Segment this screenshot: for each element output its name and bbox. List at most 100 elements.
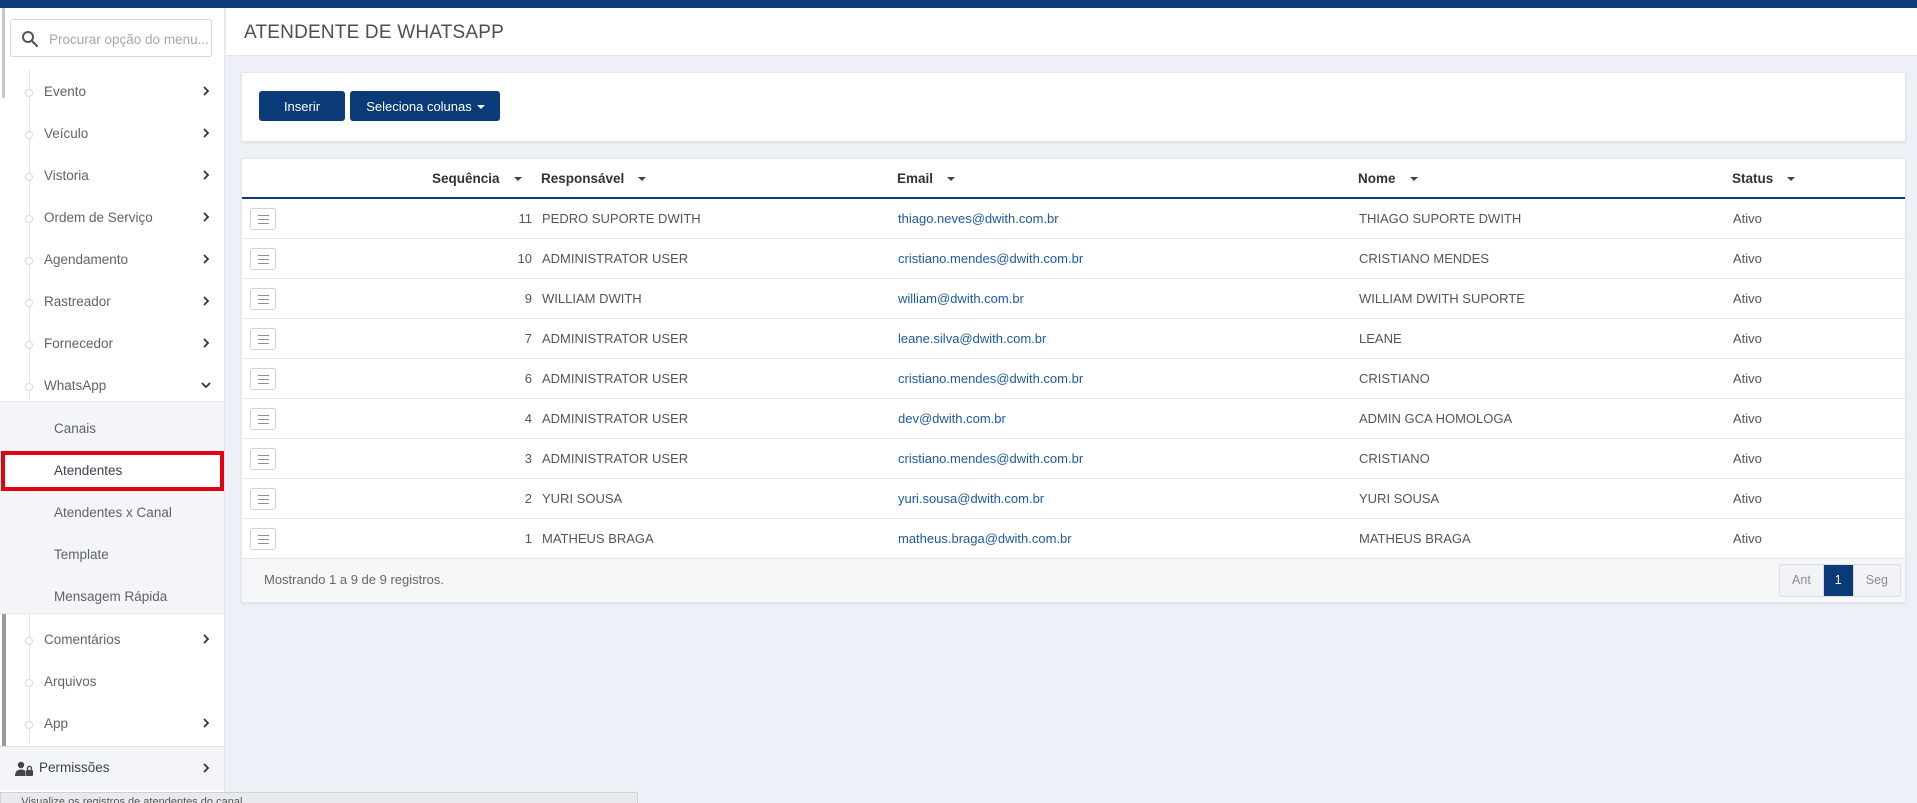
cell-sequencia: 4 <box>524 411 532 426</box>
pagination-next[interactable]: Seg <box>1852 565 1900 596</box>
sidebar-subitem-atendentes-canal[interactable]: Atendentes x Canal <box>0 493 224 535</box>
tree-dot <box>25 215 33 223</box>
cell-email[interactable]: cristiano.mendes@dwith.com.br <box>898 371 1083 386</box>
sidebar-item-label: Permissões <box>39 760 110 775</box>
column-header-label: Status <box>1732 171 1774 186</box>
cell-email[interactable]: cristiano.mendes@dwith.com.br <box>898 451 1083 466</box>
sidebar-item-arquivos[interactable]: Arquivos <box>0 662 224 704</box>
cell-email[interactable]: cristiano.mendes@dwith.com.br <box>898 251 1083 266</box>
pagination: Ant 1 Seg <box>1779 564 1901 597</box>
pagination-page[interactable]: 1 <box>1823 565 1853 596</box>
menu-search <box>10 19 212 57</box>
tree-dot <box>25 341 33 349</box>
column-header-status[interactable]: Status <box>1732 171 1796 186</box>
sidebar-item-app[interactable]: App <box>0 704 224 746</box>
cell-email[interactable]: yuri.sousa@dwith.com.br <box>898 491 1044 506</box>
column-header-email[interactable]: Email <box>897 171 956 186</box>
sort-icon <box>513 177 522 182</box>
sidebar-item-fornecedor[interactable]: Fornecedor <box>0 324 224 366</box>
status-tooltip: ... Visualize os registros de atendentes… <box>0 792 638 803</box>
sidebar-item-permissoes[interactable]: Permissões <box>0 746 224 790</box>
cell-nome: CRISTIANO <box>1359 451 1430 466</box>
cell-sequencia: 11 <box>518 211 533 226</box>
row-menu-button[interactable] <box>250 328 276 350</box>
sidebar-subitem-atendentes[interactable]: Atendentes <box>0 451 224 493</box>
cell-nome: MATHEUS BRAGA <box>1359 531 1471 546</box>
cell-sequencia: 6 <box>524 371 532 386</box>
sidebar-item-vistoria[interactable]: Vistoria <box>0 156 224 198</box>
row-menu-button[interactable] <box>250 248 276 270</box>
sidebar-item-rastreador[interactable]: Rastreador <box>0 282 224 324</box>
sidebar-item-comentarios[interactable]: Comentários <box>0 620 224 662</box>
cell-email[interactable]: leane.silva@dwith.com.br <box>898 331 1046 346</box>
row-menu-button[interactable] <box>250 528 276 550</box>
chevron-right-icon <box>203 170 210 180</box>
chevron-right-icon <box>203 212 210 222</box>
cell-status: Ativo <box>1733 331 1762 346</box>
row-menu-button[interactable] <box>250 488 276 510</box>
table-row: 2 YURI SOUSA yuri.sousa@dwith.com.br YUR… <box>242 479 1905 519</box>
table-row: 9 WILLIAM DWITH william@dwith.com.br WIL… <box>242 279 1905 319</box>
sidebar-item-agendamento[interactable]: Agendamento <box>0 240 224 282</box>
cell-email[interactable]: thiago.neves@dwith.com.br <box>898 211 1059 226</box>
chevron-right-icon <box>203 634 210 644</box>
toolbar-panel: Inserir Seleciona colunas <box>241 72 1906 142</box>
cell-sequencia: 7 <box>524 331 532 346</box>
tree-dot <box>25 89 33 97</box>
table-row: 7 ADMINISTRATOR USER leane.silva@dwith.c… <box>242 319 1905 359</box>
cell-email[interactable]: dev@dwith.com.br <box>898 411 1006 426</box>
cell-email[interactable]: william@dwith.com.br <box>898 291 1024 306</box>
tree-dot <box>25 721 33 729</box>
table-footer: Mostrando 1 a 9 de 9 registros. Ant 1 Se… <box>242 559 1905 602</box>
cell-status: Ativo <box>1733 451 1762 466</box>
tree-dot <box>25 299 33 307</box>
cell-responsavel: ADMINISTRATOR USER <box>542 451 689 466</box>
column-header-responsavel[interactable]: Responsável <box>541 171 647 186</box>
page-title: ATENDENTE DE WHATSAPP <box>244 22 505 43</box>
chevron-right-icon <box>203 763 210 773</box>
sidebar-subitem-mensagem-rapida[interactable]: Mensagem Rápida <box>0 577 224 619</box>
cell-status: Ativo <box>1733 371 1762 386</box>
sidebar-item-label: Vistoria <box>44 168 89 183</box>
sidebar-subitem-template[interactable]: Template <box>0 535 224 577</box>
column-header-sequencia[interactable]: Sequência <box>432 171 522 186</box>
cell-responsavel: ADMINISTRATOR USER <box>542 371 689 386</box>
sidebar-item-veiculo[interactable]: Veículo <box>0 114 224 156</box>
sidebar: Evento Veículo Vistoria Ordem de Serviço… <box>0 8 225 796</box>
row-menu-button[interactable] <box>250 368 276 390</box>
cell-status: Ativo <box>1733 291 1762 306</box>
cell-status: Ativo <box>1733 531 1762 546</box>
sidebar-item-label: Agendamento <box>44 252 129 267</box>
cell-nome: ADMIN GCA HOMOLOGA <box>1359 411 1513 426</box>
column-header-label: Responsável <box>541 171 625 186</box>
insert-button[interactable]: Inserir <box>259 91 345 121</box>
cell-nome: LEANE <box>1359 331 1402 346</box>
column-header-label: Sequência <box>432 171 500 186</box>
cell-status: Ativo <box>1733 491 1762 506</box>
sidebar-item-label: Veículo <box>44 126 89 141</box>
row-menu-button[interactable] <box>250 448 276 470</box>
cell-responsavel: PEDRO SUPORTE DWITH <box>542 211 701 226</box>
column-header-nome[interactable]: Nome <box>1358 171 1418 186</box>
row-menu-button[interactable] <box>250 288 276 310</box>
tree-dot <box>25 131 33 139</box>
cell-status: Ativo <box>1733 411 1762 426</box>
pagination-prev[interactable]: Ant <box>1780 565 1824 596</box>
cell-nome: WILLIAM DWITH SUPORTE <box>1359 291 1525 306</box>
column-header-label: Email <box>897 171 934 186</box>
chevron-right-icon <box>203 718 210 728</box>
records-info: Mostrando 1 a 9 de 9 registros. <box>264 572 444 587</box>
sidebar-item-ordem-servico[interactable]: Ordem de Serviço <box>0 198 224 240</box>
cell-email[interactable]: matheus.braga@dwith.com.br <box>898 531 1072 546</box>
sidebar-subitem-canais[interactable]: Canais <box>0 409 224 451</box>
tree-dot <box>25 637 33 645</box>
sidebar-item-evento[interactable]: Evento <box>0 72 224 114</box>
row-menu-button[interactable] <box>250 408 276 430</box>
row-menu-button[interactable] <box>250 208 276 230</box>
select-columns-button[interactable]: Seleciona colunas <box>350 91 500 121</box>
chevron-right-icon <box>203 338 210 348</box>
table-row: 4 ADMINISTRATOR USER dev@dwith.com.br AD… <box>242 399 1905 439</box>
chevron-right-icon <box>203 128 210 138</box>
menu-search-input[interactable] <box>49 28 209 50</box>
sort-icon <box>638 177 647 182</box>
